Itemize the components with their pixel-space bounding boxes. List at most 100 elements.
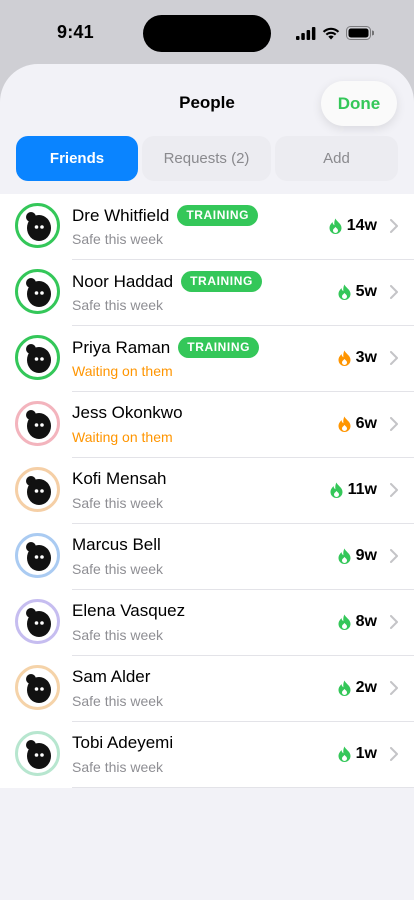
avatar	[15, 401, 60, 446]
streak-value: 14w	[346, 217, 377, 234]
sheet-header: People Done Friends Requests (2) Add	[0, 64, 414, 194]
friend-name-line: Kofi Mensah	[72, 469, 167, 489]
avatar-silhouette-icon	[25, 541, 51, 571]
streak-value: 11w	[347, 481, 377, 498]
flame-icon	[338, 548, 351, 564]
avatar-silhouette-icon	[25, 211, 51, 241]
training-badge: TRAINING	[178, 337, 260, 358]
streak: 1w	[338, 745, 377, 763]
avatar	[15, 731, 60, 776]
friend-row[interactable]: Elena Vasquez Safe this week 8w	[0, 590, 414, 656]
flame-icon	[338, 416, 351, 432]
friend-row[interactable]: Jess Okonkwo Waiting on them 6w	[0, 392, 414, 458]
streak: 3w	[338, 349, 377, 367]
tab-add[interactable]: Add	[275, 136, 398, 181]
friend-name: Dre Whitfield	[72, 205, 170, 225]
battery-icon	[346, 26, 374, 40]
friend-name-line: Noor Haddad TRAINING	[72, 271, 262, 292]
status-bar: 9:41	[0, 0, 414, 66]
friend-name-line: Dre Whitfield TRAINING	[72, 205, 259, 226]
chevron-right-icon	[390, 747, 398, 761]
avatar	[15, 467, 60, 512]
chevron-right-icon	[390, 417, 398, 431]
status-time: 9:41	[57, 22, 94, 42]
friend-name-line: Elena Vasquez	[72, 601, 185, 621]
friends-list: Dre Whitfield TRAINING Safe this week 14w No…	[0, 194, 414, 788]
streak-value: 6w	[355, 415, 377, 432]
friend-status: Safe this week	[72, 693, 164, 709]
streak: 2w	[338, 679, 377, 697]
streak: 5w	[338, 283, 377, 301]
flame-icon	[338, 746, 351, 762]
friend-name: Elena Vasquez	[72, 601, 186, 620]
streak: 11w	[330, 481, 377, 499]
flame-icon	[338, 680, 351, 696]
friend-status: Safe this week	[72, 561, 164, 577]
friend-name: Marcus Bell	[72, 535, 161, 554]
chevron-right-icon	[390, 351, 398, 365]
training-badge: TRAINING	[181, 271, 262, 292]
friend-name: Tobi Adeyemi	[72, 733, 174, 752]
avatar-silhouette-icon	[25, 409, 51, 439]
streak-value: 1w	[355, 745, 377, 762]
avatar	[15, 335, 60, 380]
streak-value: 2w	[355, 679, 377, 696]
chevron-right-icon	[390, 615, 398, 629]
tab-friends[interactable]: Friends	[16, 136, 138, 181]
row-separator	[72, 787, 414, 788]
training-badge: TRAINING	[177, 205, 259, 226]
chevron-right-icon	[390, 219, 398, 233]
chevron-right-icon	[390, 549, 398, 563]
avatar-silhouette-icon	[25, 277, 51, 307]
friend-status: Safe this week	[72, 627, 164, 643]
friend-status: Waiting on them	[72, 429, 173, 445]
done-button[interactable]: Done	[321, 81, 397, 126]
segmented-control: Friends Requests (2) Add	[16, 136, 398, 182]
friend-row[interactable]: Tobi Adeyemi Safe this week 1w	[0, 722, 414, 788]
friend-status: Safe this week	[72, 297, 164, 313]
cellular-signal-icon	[296, 26, 316, 40]
friend-name: Priya Raman	[72, 337, 171, 357]
friend-name-line: Jess Okonkwo	[72, 403, 183, 423]
streak: 9w	[338, 547, 377, 565]
streak-value: 8w	[355, 613, 377, 630]
flame-icon	[338, 350, 351, 366]
dynamic-island	[143, 15, 271, 52]
avatar-silhouette-icon	[25, 475, 51, 505]
friend-row[interactable]: Kofi Mensah Safe this week 11w	[0, 458, 414, 524]
people-sheet: People Done Friends Requests (2) Add Dre…	[0, 64, 414, 900]
friend-status: Safe this week	[72, 495, 164, 511]
flame-icon	[329, 218, 342, 234]
streak: 6w	[338, 415, 377, 433]
streak-value: 3w	[355, 349, 377, 366]
flame-icon	[330, 482, 343, 498]
avatar-silhouette-icon	[25, 343, 51, 373]
avatar	[15, 599, 60, 644]
friend-row[interactable]: Priya Raman TRAINING Waiting on them 3w	[0, 326, 414, 392]
streak-value: 9w	[355, 547, 377, 564]
friend-row[interactable]: Noor Haddad TRAINING Safe this week 5w	[0, 260, 414, 326]
friend-status: Safe this week	[72, 231, 164, 247]
friend-status: Waiting on them	[72, 363, 173, 379]
streak: 14w	[329, 217, 377, 235]
avatar	[15, 533, 60, 578]
avatar-silhouette-icon	[25, 739, 51, 769]
tab-requests[interactable]: Requests (2)	[142, 136, 271, 181]
friend-status: Safe this week	[72, 759, 164, 775]
chevron-right-icon	[390, 483, 398, 497]
friend-name-line: Marcus Bell	[72, 535, 161, 555]
friend-row[interactable]: Dre Whitfield TRAINING Safe this week 14w	[0, 194, 414, 260]
avatar-silhouette-icon	[25, 607, 51, 637]
friend-name-line: Tobi Adeyemi	[72, 733, 173, 753]
avatar-silhouette-icon	[25, 673, 51, 703]
friend-name: Jess Okonkwo	[72, 403, 183, 422]
friend-row[interactable]: Sam Alder Safe this week 2w	[0, 656, 414, 722]
avatar	[15, 269, 60, 314]
streak-value: 5w	[355, 283, 377, 300]
wifi-icon	[322, 27, 340, 40]
friend-name-line: Priya Raman TRAINING	[72, 337, 260, 358]
friend-name: Sam Alder	[72, 667, 151, 686]
friend-row[interactable]: Marcus Bell Safe this week 9w	[0, 524, 414, 590]
flame-icon	[338, 284, 351, 300]
chevron-right-icon	[390, 681, 398, 695]
